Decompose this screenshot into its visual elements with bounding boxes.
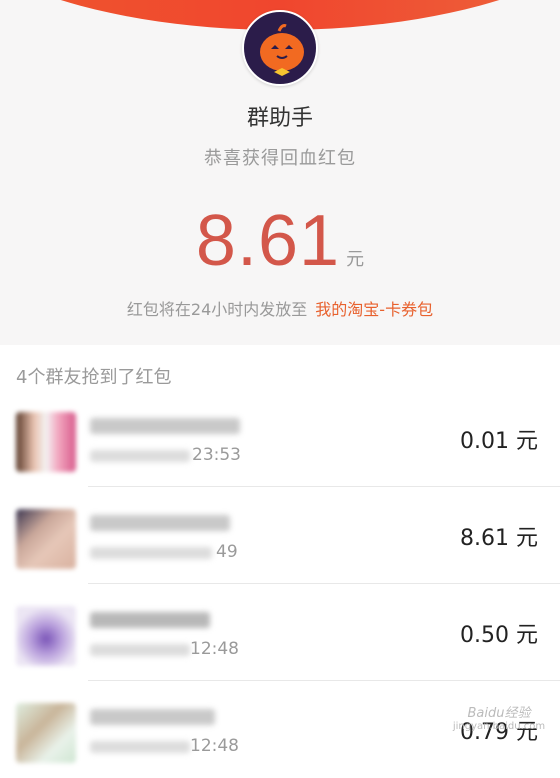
avatar <box>16 509 76 569</box>
blurred-date <box>90 741 190 753</box>
time-label: 49 <box>216 542 238 562</box>
blurred-date <box>90 450 190 462</box>
amount-value: 8.61 <box>195 201 341 281</box>
grab-count: 4个群友抢到了红包 <box>16 367 172 388</box>
avatar <box>16 703 76 763</box>
delivery-note-text: 红包将在24小时内发放至 <box>126 300 308 319</box>
amount-unit: 元 <box>346 249 365 270</box>
header: 群助手 恭喜获得回血红包 8.61 元 红包将在24小时内发放至 我的淘宝-卡券包 <box>0 0 560 345</box>
blurred-name <box>90 709 215 725</box>
list-item[interactable]: 23:53 0.01 元 <box>0 390 560 487</box>
time-label: 12:48 <box>190 736 239 756</box>
row-amount: 0.01 元 <box>460 429 538 454</box>
blurred-name <box>90 515 230 531</box>
list-item[interactable]: 49 8.61 元 <box>0 487 560 584</box>
page-title: 群助手 <box>246 106 313 131</box>
blurred-name <box>90 418 240 434</box>
watermark-url: jingyan.baidu.com <box>452 721 546 732</box>
avatar <box>16 412 76 472</box>
delivery-note: 红包将在24小时内发放至 我的淘宝-卡券包 <box>0 296 560 320</box>
blurred-date <box>90 644 190 656</box>
watermark: Baidu经验 jingyan.baidu.com <box>444 702 554 742</box>
amount-display: 8.61 元 <box>0 200 560 282</box>
time-label: 23:53 <box>192 445 241 465</box>
row-amount: 8.61 元 <box>460 526 538 551</box>
list-item[interactable]: 12:48 0.50 元 <box>0 584 560 681</box>
watermark-text: Baidu经验 <box>467 706 531 721</box>
blurred-date <box>90 547 212 559</box>
coupon-wallet-link[interactable]: 我的淘宝-卡券包 <box>315 300 433 319</box>
avatar <box>16 606 76 666</box>
row-amount: 0.50 元 <box>460 623 538 648</box>
avatar <box>242 10 318 86</box>
blurred-name <box>90 612 210 628</box>
page-subtitle: 恭喜获得回血红包 <box>204 148 356 169</box>
time-label: 12:48 <box>190 639 239 659</box>
pumpkin-mascot-icon <box>260 23 304 76</box>
